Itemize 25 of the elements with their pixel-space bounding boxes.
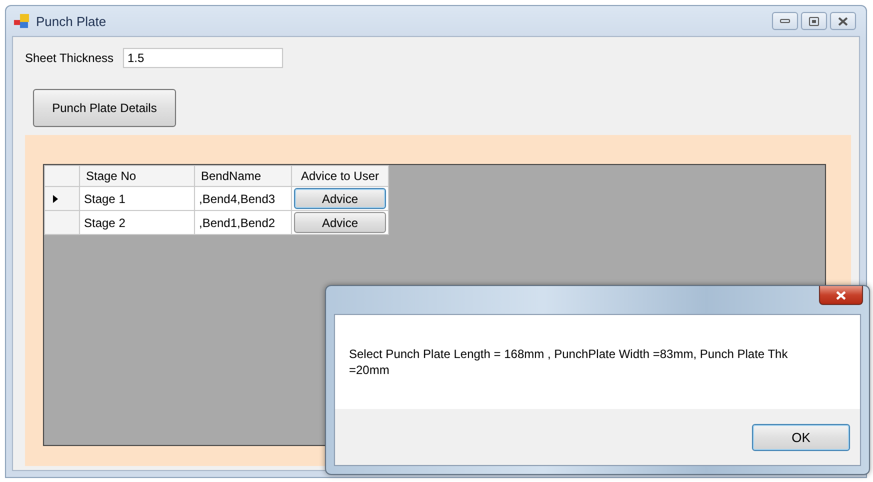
column-header: Stage No [80, 166, 194, 186]
advice-button[interactable]: Advice [294, 212, 386, 233]
close-button[interactable] [830, 12, 856, 30]
window-title: Punch Plate [36, 14, 106, 28]
message-text: Select Punch Plate Length = 168mm , PunchPlate Width =83mm, Punch Plate Thk =20mm [349, 346, 789, 378]
ok-button[interactable]: OK [752, 424, 850, 450]
table-cell: ,Bend1,Bend2 [194, 210, 292, 234]
column-header: BendName [194, 166, 292, 186]
advice-button[interactable]: Advice [294, 188, 386, 209]
table-cell: Stage 1 [80, 186, 194, 210]
column-header: Advice to User [292, 166, 388, 186]
app-icon [14, 14, 30, 28]
maximize-button[interactable] [801, 12, 827, 30]
close-button[interactable] [819, 286, 863, 305]
maximize-icon [809, 16, 819, 26]
table-cell: ,Bend4,Bend3 [194, 186, 292, 210]
close-icon [836, 290, 846, 300]
thickness-field[interactable]: 1.5 [122, 48, 282, 68]
current-row-icon [53, 194, 58, 202]
table-cell: Stage 2 [80, 210, 194, 234]
details-button[interactable]: Punch Plate Details [33, 89, 176, 127]
field-label: Sheet Thickness [25, 51, 114, 65]
close-icon [838, 16, 848, 26]
minimize-icon [780, 18, 790, 24]
minimize-button[interactable] [772, 12, 798, 30]
